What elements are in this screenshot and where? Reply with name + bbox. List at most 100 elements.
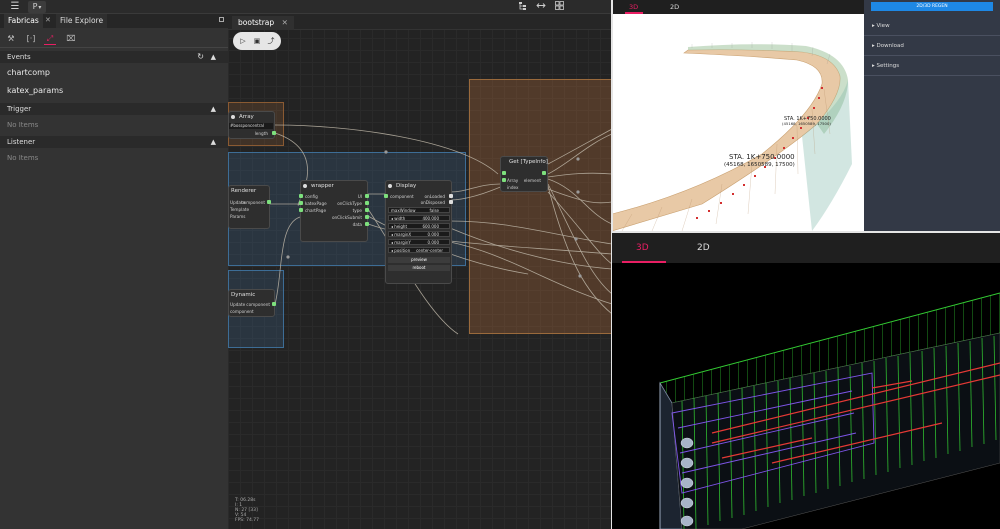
node-title: wrapper xyxy=(311,183,334,189)
input-port[interactable] xyxy=(502,171,506,175)
tab-label: 3D xyxy=(629,3,639,11)
output-port[interactable] xyxy=(272,131,276,135)
wrapper-node[interactable]: wrapper config katexPage chartPage UI on… xyxy=(299,180,369,242)
menu-label: Settings xyxy=(876,63,900,69)
trigger-header[interactable]: Trigger ▲ xyxy=(0,103,228,115)
grid-icon[interactable] xyxy=(553,1,565,13)
field-label: position xyxy=(394,248,411,253)
output-port[interactable] xyxy=(365,208,369,212)
chevron-down-icon: ▾ xyxy=(38,4,42,11)
menu-label: Download xyxy=(876,43,904,49)
output-port[interactable] xyxy=(272,302,276,306)
regen-button[interactable]: 2D/3D REGEN xyxy=(871,2,993,11)
node-editor[interactable]: bootstrap ✕ ▷ ▣ ⤴ Array #bossponcentral … xyxy=(228,14,612,529)
field-width[interactable]: ◂ width 400.000 xyxy=(388,215,450,221)
section-title: Trigger xyxy=(7,105,32,113)
field-maxwindow[interactable]: maxWindow false xyxy=(388,207,450,213)
tab-2d[interactable]: 2D xyxy=(670,0,679,14)
station-coords-far: (45168, 1650589, 17500) xyxy=(782,121,831,126)
tab-file-explore[interactable]: File Explore xyxy=(56,14,108,28)
menu-view[interactable]: ▸ View xyxy=(864,17,1000,36)
connect-icon[interactable]: ⤢ xyxy=(44,33,56,45)
port-label: Template xyxy=(230,207,250,212)
port-label: length xyxy=(254,131,268,136)
port-label: component xyxy=(390,194,414,199)
input-port[interactable] xyxy=(299,194,303,198)
reboot-button[interactable]: reboot xyxy=(388,265,450,271)
input-port[interactable] xyxy=(384,194,388,198)
node-title: Array xyxy=(239,114,254,120)
output-port[interactable] xyxy=(365,222,369,226)
port-label: onClickType xyxy=(337,201,362,206)
left-panel-tabs: Fabricas ✕ File Explore xyxy=(0,14,228,28)
tab-3d[interactable]: 3D xyxy=(622,233,666,263)
port-label: UI xyxy=(357,194,362,199)
port-label: katexPage xyxy=(305,201,327,206)
port-label: component xyxy=(241,200,265,205)
tab-label: File Explore xyxy=(60,16,104,25)
node-title: Renderer xyxy=(231,188,257,194)
field-value: 0.000 xyxy=(427,232,439,237)
port-label: component xyxy=(230,309,254,314)
display-node[interactable]: Display component onLoaded onDisposed ma… xyxy=(384,180,453,284)
list-item[interactable]: chartcomp xyxy=(7,68,50,77)
field-label: maxWindow xyxy=(391,208,416,213)
list-item[interactable]: katex_params xyxy=(7,86,63,95)
output-port[interactable] xyxy=(267,200,271,204)
viewer-side-panel: 2D/3D REGEN ▸ View ▸ Download ▸ Settings xyxy=(864,0,1000,231)
input-port[interactable] xyxy=(299,201,303,205)
menu-settings[interactable]: ▸ Settings xyxy=(864,57,1000,76)
project-selector[interactable]: P▾ xyxy=(28,1,46,13)
tab-3d[interactable]: 3D xyxy=(625,0,643,14)
tab-label: 2D xyxy=(670,3,680,11)
refresh-icon[interactable]: ↻ xyxy=(197,51,204,63)
port-label: onLoaded xyxy=(424,194,446,199)
viewer-top-tabs: 3D 2D xyxy=(612,0,864,14)
input-port[interactable] xyxy=(502,178,506,182)
preview-button[interactable]: preview xyxy=(388,257,450,263)
field-position[interactable]: ◂ position center-center xyxy=(388,247,450,253)
array-field[interactable]: #bossponcentral xyxy=(229,123,273,129)
tools-icon[interactable]: ⚒ xyxy=(5,33,17,45)
renderer-node[interactable]: Renderer Update Template Params componen… xyxy=(228,185,271,229)
chevron-up-icon[interactable]: ▲ xyxy=(211,136,216,148)
events-header[interactable]: Events ↻ ▲ xyxy=(0,51,228,63)
output-port[interactable] xyxy=(365,215,369,219)
output-port[interactable] xyxy=(449,194,453,198)
field-marginx[interactable]: ◂ marginX 0.000 xyxy=(388,231,450,237)
close-icon[interactable]: ✕ xyxy=(45,16,51,24)
braces-icon[interactable]: [·] xyxy=(25,33,37,45)
field-height[interactable]: ◂ height 600.000 xyxy=(388,223,450,229)
node-status-dot xyxy=(303,184,307,188)
field-marginy[interactable]: ◂ marginY 0.000 xyxy=(388,239,450,245)
port-label: chartPage xyxy=(305,208,327,213)
maximize-icon[interactable] xyxy=(219,17,224,22)
empty-label: No Items xyxy=(7,154,39,162)
input-port[interactable] xyxy=(299,208,303,212)
rebar-3d-scene xyxy=(659,292,1000,529)
output-port[interactable] xyxy=(449,200,453,204)
array-node[interactable]: Array #bossponcentral length xyxy=(228,111,276,139)
field-value: false xyxy=(429,208,439,213)
menu-download[interactable]: ▸ Download xyxy=(864,37,1000,56)
chevron-up-icon[interactable]: ▲ xyxy=(211,103,216,115)
get-node[interactable]: Get [TypeInfo] Array index element xyxy=(500,156,548,192)
output-port[interactable] xyxy=(542,171,546,175)
screenshot-icon[interactable]: ⌧ xyxy=(65,33,77,45)
output-port[interactable] xyxy=(365,201,369,205)
listener-header[interactable]: Listener ▲ xyxy=(0,136,228,148)
hierarchy-icon[interactable] xyxy=(516,1,528,13)
tab-2d[interactable]: 2D xyxy=(697,233,710,263)
output-port[interactable] xyxy=(365,194,369,198)
node-title: Display xyxy=(396,183,417,189)
dynamic-node[interactable]: Dynamic Update component component xyxy=(228,289,276,317)
port-label: Update xyxy=(230,302,246,307)
field-label: height xyxy=(394,224,408,229)
chevron-up-icon[interactable]: ▲ xyxy=(211,51,216,63)
tab-fabricas[interactable]: Fabricas xyxy=(4,14,43,28)
field-value: center-center xyxy=(416,248,443,253)
split-icon[interactable] xyxy=(535,1,547,13)
field-value: 600.000 xyxy=(422,224,439,229)
stat-line: FPS: 74.77 xyxy=(235,518,259,523)
menu-icon[interactable]: ☰ xyxy=(8,1,22,13)
